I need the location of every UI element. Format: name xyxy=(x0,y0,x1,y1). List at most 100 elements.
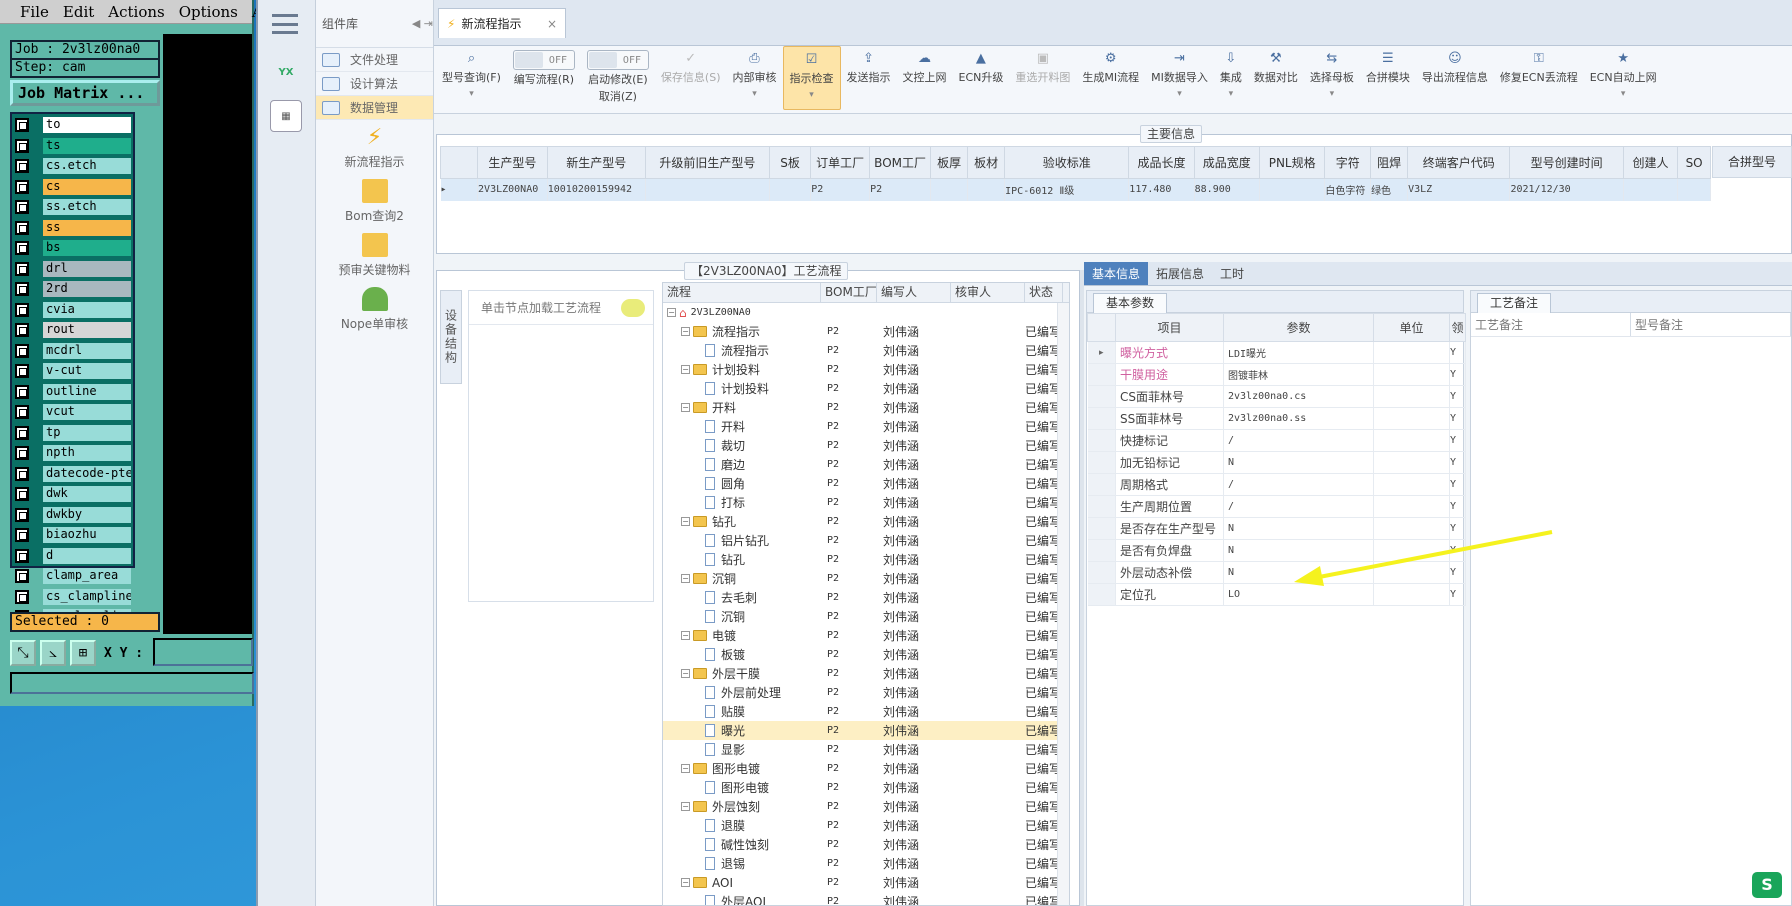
grid-col-header[interactable]: 阻焊 xyxy=(1370,146,1409,179)
basic-params-tab[interactable]: 基本参数 xyxy=(1093,293,1168,313)
flow-row[interactable]: 显影 P2 刘伟涵 已编写 xyxy=(663,740,1069,759)
param-value[interactable]: 2v3lz00na0.ss xyxy=(1223,407,1374,430)
param-row[interactable]: 加无铅标记 N Y xyxy=(1087,451,1466,474)
layer-row[interactable]: datecode-pte xyxy=(12,465,133,484)
flow-row[interactable]: − 图形电镀 P2 刘伟涵 已编写 xyxy=(663,759,1069,778)
equipment-structure-tab[interactable]: 设备结构 xyxy=(440,290,462,384)
grid-cell[interactable]: 88.900 xyxy=(1194,178,1260,201)
collapse-icon[interactable]: − xyxy=(681,802,690,811)
side-big-bom[interactable]: Bom查询2 xyxy=(316,174,433,228)
layer-row[interactable]: vcut xyxy=(12,403,133,422)
toolbar-button[interactable]: ▣ 重选开料图 xyxy=(1009,46,1076,110)
collapse-icon[interactable]: − xyxy=(681,764,690,773)
param-value[interactable]: N xyxy=(1223,451,1374,474)
hamburger-icon[interactable] xyxy=(272,14,298,34)
param-value[interactable]: / xyxy=(1223,429,1374,452)
grid-col-header[interactable]: S板 xyxy=(768,146,812,179)
layer-checkbox[interactable] xyxy=(15,384,29,399)
param-row[interactable]: 干膜用途 图镀菲林 Y xyxy=(1087,363,1466,386)
grid-col-header[interactable]: 验收标准 xyxy=(1004,146,1130,179)
grid-cell[interactable] xyxy=(967,178,1006,201)
grid-cell[interactable] xyxy=(930,178,969,201)
layer-checkbox[interactable] xyxy=(15,548,29,563)
grid-col-header[interactable]: 升级前旧生产型号 xyxy=(644,146,770,179)
toolbar-label-2[interactable]: 取消(Z) xyxy=(599,88,637,104)
layer-row[interactable]: cs.etch xyxy=(12,157,133,176)
tab-work-hours[interactable]: 工时 xyxy=(1212,262,1252,285)
menu-edit[interactable]: Edit xyxy=(63,3,94,21)
layer-checkbox[interactable] xyxy=(15,200,29,215)
grid-col-header[interactable]: 生产型号 xyxy=(477,146,548,179)
param-row[interactable]: 生产周期位置 / Y xyxy=(1087,495,1466,518)
flow-row[interactable]: 打标 P2 刘伟涵 已编写 xyxy=(663,493,1069,512)
tab-basic-info[interactable]: 基本信息 xyxy=(1084,262,1149,285)
grid-cell[interactable] xyxy=(1259,178,1326,201)
toolbar-button[interactable]: ⌕ 型号查询(F) ▾ xyxy=(436,46,507,110)
layer-checkbox[interactable] xyxy=(15,159,29,174)
param-row[interactable]: 快捷标记 / Y xyxy=(1087,429,1466,452)
toolbar-button[interactable]: ⇆ 选择母板 ▾ xyxy=(1304,46,1360,110)
menu-actions[interactable]: Actions xyxy=(108,3,164,21)
grid-cell[interactable] xyxy=(645,178,770,201)
layer-checkbox[interactable] xyxy=(15,487,29,502)
layer-row[interactable]: to xyxy=(12,116,133,135)
toolbar-button[interactable]: OFF 启动修改(E) 取消(Z) xyxy=(581,46,655,110)
flow-row[interactable]: − 钻孔 P2 刘伟涵 已编写 xyxy=(663,512,1069,531)
layer-checkbox[interactable] xyxy=(15,118,29,133)
graphics-area[interactable] xyxy=(163,34,252,634)
flow-row[interactable]: 贴膜 P2 刘伟涵 已编写 xyxy=(663,702,1069,721)
chevron-down-icon[interactable]: ▾ xyxy=(1621,89,1626,99)
layer-row[interactable]: ts xyxy=(12,137,133,156)
layer-row[interactable]: 2rd xyxy=(12,280,133,299)
grid-col-header[interactable]: SO xyxy=(1677,146,1711,179)
grid-col-header[interactable]: 创建人 xyxy=(1622,146,1679,179)
vertical-splitter[interactable] xyxy=(1080,270,1084,906)
layer-checkbox[interactable] xyxy=(15,302,29,317)
param-row[interactable]: 是否有负焊盘 N Y xyxy=(1087,539,1466,562)
layer-row[interactable]: dwk xyxy=(12,485,133,504)
chevron-down-icon[interactable]: ▾ xyxy=(1330,89,1335,99)
grid-col-header[interactable]: 字符 xyxy=(1324,146,1372,179)
flow-row[interactable]: − 沉铜 P2 刘伟涵 已编写 xyxy=(663,569,1069,588)
flow-row[interactable]: 计划投料 P2 刘伟涵 已编写 xyxy=(663,379,1069,398)
layer-checkbox[interactable] xyxy=(15,241,29,256)
layer-row[interactable]: v-cut xyxy=(12,362,133,381)
collapse-icon[interactable]: − xyxy=(667,308,676,317)
side-big-material[interactable]: 预审关键物料 xyxy=(316,228,433,282)
layer-row[interactable]: npth xyxy=(12,444,133,463)
grid-icon[interactable]: ⊞ xyxy=(70,640,96,666)
param-value[interactable]: N xyxy=(1223,517,1374,540)
toolbar-button[interactable]: ☑ 指示检查 ▾ xyxy=(782,46,841,110)
layer-row[interactable]: clamp_area xyxy=(12,567,133,586)
calculator-icon[interactable]: ▦ xyxy=(270,100,302,132)
param-row[interactable]: 周期格式 / Y xyxy=(1087,473,1466,496)
grid-col-header[interactable]: BOM工厂 xyxy=(869,146,932,179)
param-value[interactable]: N xyxy=(1223,561,1374,584)
collapse-icon[interactable]: − xyxy=(681,403,690,412)
layer-row[interactable]: d xyxy=(12,547,133,566)
layer-row[interactable]: dwkby xyxy=(12,506,133,525)
param-value[interactable]: LO xyxy=(1223,583,1374,606)
param-row[interactable]: CS面菲林号 2v3lz00na0.cs Y xyxy=(1087,385,1466,408)
layer-checkbox[interactable] xyxy=(15,364,29,379)
grid-cell[interactable]: P2 xyxy=(869,178,932,201)
flow-row[interactable]: − 开料 P2 刘伟涵 已编写 xyxy=(663,398,1069,417)
close-icon[interactable]: × xyxy=(547,17,557,31)
toggle-switch[interactable]: OFF xyxy=(512,50,575,70)
layer-checkbox[interactable] xyxy=(15,528,29,543)
flow-row[interactable]: 沉铜 P2 刘伟涵 已编写 xyxy=(663,607,1069,626)
layer-row[interactable]: cvia xyxy=(12,301,133,320)
param-row[interactable]: SS面菲林号 2v3lz00na0.ss Y xyxy=(1087,407,1466,430)
flow-row[interactable]: − 外层干膜 P2 刘伟涵 已编写 xyxy=(663,664,1069,683)
job-matrix-button[interactable]: Job Matrix ... xyxy=(10,80,160,106)
grid-col-header[interactable]: 订单工厂 xyxy=(810,146,871,179)
flow-row[interactable]: − 计划投料 P2 刘伟涵 已编写 xyxy=(663,360,1069,379)
param-value[interactable]: N xyxy=(1223,539,1374,562)
layer-row[interactable]: ss.etch xyxy=(12,198,133,217)
grid-col-header[interactable]: 板厚 xyxy=(930,146,969,179)
layer-checkbox[interactable] xyxy=(15,261,29,276)
side-item-file[interactable]: 文件处理 xyxy=(316,48,433,72)
param-row[interactable]: 是否存在生产型号 N Y xyxy=(1087,517,1466,540)
flow-row[interactable]: − 流程指示 P2 刘伟涵 已编写 xyxy=(663,322,1069,341)
layer-checkbox[interactable] xyxy=(15,343,29,358)
